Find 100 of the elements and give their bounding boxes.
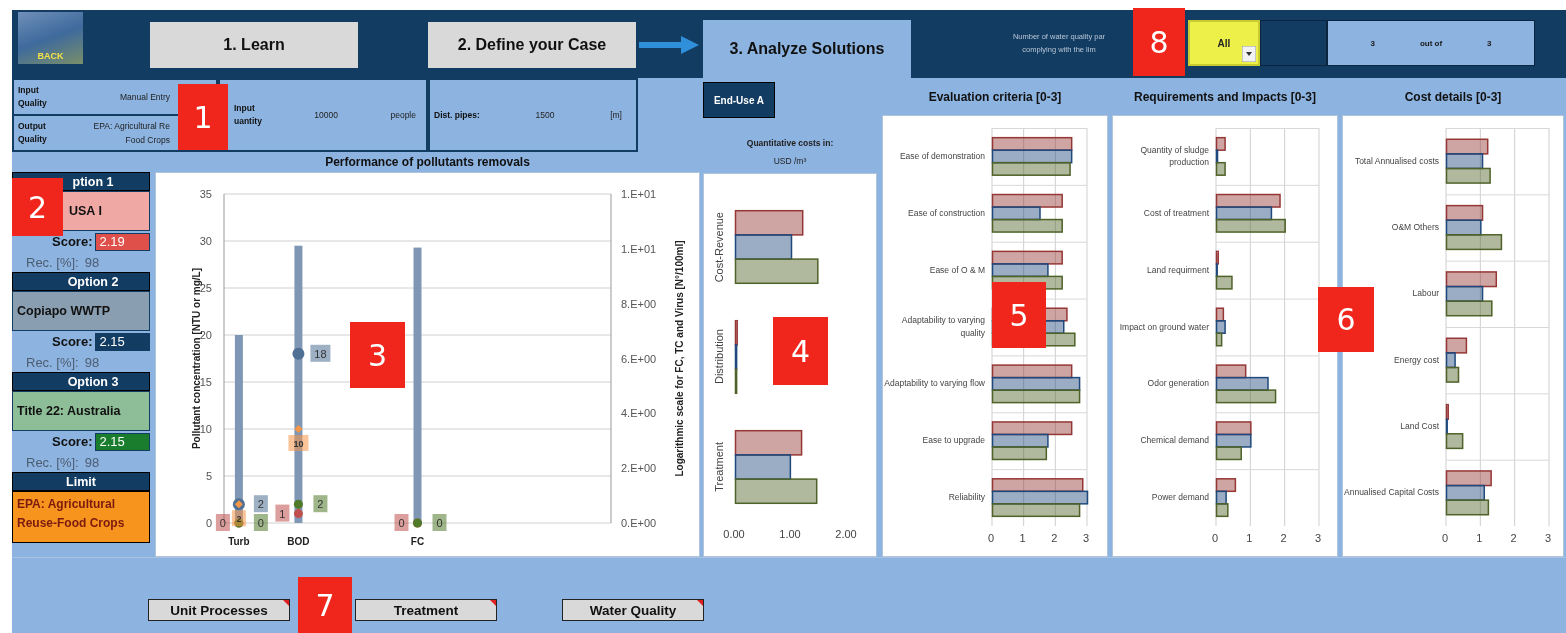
category-label: Energy cost: [1394, 353, 1439, 367]
callout-badge: 1: [178, 84, 228, 150]
category-label: FC: [410, 536, 425, 547]
tick-label: 1: [1246, 532, 1253, 544]
bar: [734, 209, 804, 236]
field-value: 10000: [314, 110, 338, 120]
chart-title: Performance of pollutants removals: [324, 155, 531, 169]
bar: [991, 263, 1049, 278]
bar: [1445, 366, 1460, 383]
category-label: Labour: [1412, 287, 1439, 301]
bar: [1215, 193, 1281, 208]
nav-button[interactable]: Unit Processes: [148, 599, 290, 621]
bar: [1215, 389, 1277, 404]
tab[interactable]: 2. Define your Case: [428, 22, 636, 68]
data-point: [293, 499, 303, 509]
category-label: Odor generation: [1147, 377, 1209, 391]
comment-corner-icon: [283, 600, 289, 606]
value-label: 18: [310, 344, 331, 362]
tick-label: 0.00: [723, 528, 745, 540]
category-label: Ease of O & M: [929, 263, 985, 277]
tick-label: 1.E+01: [621, 188, 657, 200]
comment-corner-icon: [490, 600, 496, 606]
data-label: 2: [236, 514, 242, 525]
tick-label: 0: [1211, 532, 1219, 544]
data-label: 0: [257, 517, 264, 529]
tick-label: 0.E+00: [621, 517, 657, 529]
tick-label: 0: [205, 517, 212, 529]
callout-badge: 4: [773, 317, 828, 385]
callout-badge: 7: [298, 577, 352, 633]
bar: [1445, 285, 1484, 302]
nav-button[interactable]: Treatment: [355, 599, 497, 621]
value-label: 0: [253, 514, 268, 531]
tick-label: 3: [1314, 532, 1322, 544]
data-label: 2: [257, 498, 264, 511]
bar: [991, 250, 1063, 265]
data-point: [293, 509, 303, 519]
tab[interactable]: 1. Learn: [150, 22, 358, 68]
tick-label: 0: [1441, 532, 1449, 544]
bar: [991, 446, 1048, 461]
tick-label: 4.E+00: [621, 407, 657, 420]
category-label: Turb: [228, 536, 250, 547]
value-label: 2: [313, 495, 328, 513]
value-label: 2: [253, 495, 268, 513]
score-value: 2.15: [95, 332, 150, 351]
rec-label: Rec. [%]:: [26, 254, 79, 270]
data-label: 0: [398, 517, 405, 529]
rec-label: Rec. [%]:: [26, 454, 79, 470]
limit-header: Limit: [12, 472, 150, 491]
category-label: Power demand: [1151, 491, 1209, 504]
data-label: 0: [436, 517, 443, 529]
rec-value: 98: [84, 254, 100, 270]
category-label: Ease to upgrade: [922, 434, 985, 448]
category-label: O&M Others: [1391, 221, 1439, 234]
end-use-button[interactable]: End-Use A: [703, 82, 775, 118]
count-text: out of: [1419, 38, 1443, 48]
tick-label: 2.E+00: [621, 462, 657, 475]
panel-title: Cost details [0-3]: [1404, 88, 1502, 106]
option-header: Option 3: [12, 372, 150, 391]
category-label: Treatment: [711, 442, 726, 492]
axis-title: Logarithmic scale for FC, TC and Virus [N°/100ml]: [674, 240, 685, 477]
tick-label: 1: [1019, 532, 1026, 544]
tick-label: 1.E+01: [621, 242, 657, 255]
data-label: 18: [314, 347, 327, 360]
category-label: Ease of demonstration: [899, 150, 985, 163]
bar: [1445, 204, 1484, 221]
dropdown-arrow-icon: [1242, 46, 1256, 62]
category-label: Chemical demand: [1140, 434, 1209, 448]
bar: [1215, 446, 1242, 461]
tick-label: 30: [199, 235, 212, 247]
tick-label: 6.E+00: [621, 352, 657, 365]
nav-button[interactable]: Water Quality: [562, 599, 704, 621]
filter-dropdown[interactable]: All: [1188, 20, 1260, 66]
field-value: Food Crops: [125, 135, 170, 145]
score-value: 2.19: [95, 232, 150, 251]
bar: [1215, 206, 1273, 221]
bar: [991, 433, 1049, 448]
tick-label: 3: [1082, 532, 1090, 544]
rec-value: 98: [84, 454, 100, 470]
rec-value: 98: [84, 354, 100, 370]
tab[interactable]: 3. Analyze Solutions: [703, 20, 911, 78]
tick-label: 2: [1051, 532, 1058, 544]
limit-marker: [294, 425, 303, 433]
category-label: Cost-Revenue: [711, 211, 726, 283]
bar: [1445, 484, 1485, 501]
bar: [1445, 499, 1490, 516]
unit-text: USD /m³: [773, 156, 807, 166]
tick-label: 2: [1510, 532, 1517, 544]
field-value: 1500: [535, 110, 555, 120]
bar: [1215, 503, 1229, 518]
data-label: 10: [293, 439, 304, 449]
bar: [1215, 433, 1252, 448]
unit-text: [m]: [610, 110, 622, 120]
value-label: 0: [394, 514, 409, 531]
unit-text: people: [390, 110, 416, 120]
field-label: Input uantity: [234, 102, 262, 128]
category-label: Adaptability to varying quality: [900, 314, 985, 340]
option-name: Title 22: Australia: [12, 391, 150, 431]
limit-value: EPA: Agricultural Reuse-Food Crops: [12, 491, 150, 543]
tick-label: 8.E+00: [621, 297, 657, 310]
field-value: EPA: Agricultural Re: [93, 121, 170, 131]
